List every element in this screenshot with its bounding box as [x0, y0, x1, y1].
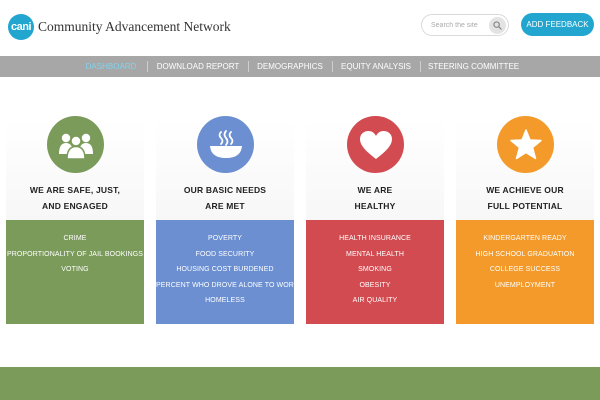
goal-icon-circle	[197, 116, 254, 173]
indicator-link[interactable]: FOOD SECURITY	[156, 247, 294, 263]
indicator-link[interactable]: HOUSING COST BURDENED	[156, 262, 294, 278]
indicator-list: KINDERGARTEN READY HIGH SCHOOL GRADUATIO…	[456, 220, 594, 293]
add-feedback-button[interactable]: ADD FEEDBACK	[521, 13, 594, 36]
indicator-link[interactable]: HEALTH INSURANCE	[306, 231, 444, 247]
search-input[interactable]	[431, 18, 489, 33]
indicator-link[interactable]: POVERTY	[156, 231, 294, 247]
goal-title: WE ARE HEALTHY	[354, 185, 396, 211]
logo-text: cani	[10, 21, 32, 33]
card-header: OUR BASIC NEEDS ARE MET	[156, 108, 294, 220]
indicator-list: POVERTY FOOD SECURITY HOUSING COST BURDE…	[156, 220, 299, 309]
indicator-list: HEALTH INSURANCE MENTAL HEALTH SMOKING O…	[306, 220, 444, 309]
bowl-icon	[209, 129, 242, 158]
nav-item-dashboard[interactable]: DASHBOARD	[82, 56, 140, 77]
indicator-panel: HEALTH INSURANCE MENTAL HEALTH SMOKING O…	[306, 220, 444, 324]
heart-icon	[359, 130, 392, 159]
card-header: WE ARE SAFE, JUST, AND ENGAGED	[6, 108, 144, 220]
indicator-list: CRIME PROPORTIONALITY OF JAIL BOOKINGS V…	[6, 220, 144, 278]
indicator-link[interactable]: KINDERGARTEN READY	[456, 231, 594, 247]
goal-icon-circle	[47, 116, 104, 173]
goal-card-full-potential[interactable]: WE ACHIEVE OUR FULL POTENTIAL KINDERGART…	[456, 108, 594, 324]
nav-item-download-report[interactable]: DOWNLOAD REPORT	[155, 56, 241, 77]
nav-divider	[248, 61, 249, 72]
indicator-link[interactable]: CRIME	[6, 231, 144, 247]
indicator-link[interactable]: HOMELESS	[156, 293, 294, 309]
indicator-panel: KINDERGARTEN READY HIGH SCHOOL GRADUATIO…	[456, 220, 594, 324]
indicator-panel: POVERTY FOOD SECURITY HOUSING COST BURDE…	[156, 220, 299, 324]
goal-title: WE ARE SAFE, JUST, AND ENGAGED	[29, 185, 121, 211]
nav-divider	[420, 61, 421, 72]
indicator-link[interactable]: UNEMPLOYMENT	[456, 278, 594, 294]
indicator-link[interactable]: COLLEGE SUCCESS	[456, 262, 594, 278]
indicator-link[interactable]: PERCENT WHO DROVE ALONE TO WORK	[156, 278, 299, 294]
search-button[interactable]	[489, 17, 506, 34]
nav-divider	[332, 61, 333, 72]
site-header: cani Community Advancement Network ADD F…	[0, 0, 600, 56]
indicator-link[interactable]: SMOKING	[306, 262, 444, 278]
search-icon	[493, 21, 502, 30]
nav-divider	[147, 61, 148, 72]
goal-card-healthy[interactable]: WE ARE HEALTHY HEALTH INSURANCE MENTAL H…	[306, 108, 444, 324]
main-nav: DASHBOARD DOWNLOAD REPORT DEMOGRAPHICS E…	[0, 56, 600, 77]
nav-item-steering-committee[interactable]: STEERING COMMITTEE	[428, 56, 519, 77]
indicator-link[interactable]: OBESITY	[306, 278, 444, 294]
site-title[interactable]: Community Advancement Network	[38, 19, 231, 35]
star-icon	[509, 129, 542, 160]
search-box	[421, 14, 509, 36]
indicator-link[interactable]: HIGH SCHOOL GRADUATION	[456, 247, 594, 263]
goal-title: WE ACHIEVE OUR FULL POTENTIAL	[486, 185, 564, 211]
card-header: WE ARE HEALTHY	[306, 108, 444, 220]
logo[interactable]: cani	[8, 14, 34, 40]
footer-band	[0, 367, 600, 400]
goal-icon-circle	[497, 116, 554, 173]
nav-item-equity-analysis[interactable]: EQUITY ANALYSIS	[340, 56, 412, 77]
indicator-link[interactable]: AIR QUALITY	[306, 293, 444, 309]
goal-icon-circle	[347, 116, 404, 173]
indicator-link[interactable]: MENTAL HEALTH	[306, 247, 444, 263]
goal-card-safe[interactable]: WE ARE SAFE, JUST, AND ENGAGED CRIME PRO…	[6, 108, 144, 324]
nav-item-demographics[interactable]: DEMOGRAPHICS	[256, 56, 324, 77]
goal-title: OUR BASIC NEEDS ARE MET	[183, 185, 267, 211]
indicator-panel: CRIME PROPORTIONALITY OF JAIL BOOKINGS V…	[6, 220, 144, 324]
goal-card-basic-needs[interactable]: OUR BASIC NEEDS ARE MET POVERTY FOOD SEC…	[156, 108, 299, 324]
people-icon	[58, 133, 93, 160]
card-header: WE ACHIEVE OUR FULL POTENTIAL	[456, 108, 594, 220]
indicator-link[interactable]: PROPORTIONALITY OF JAIL BOOKINGS	[6, 247, 144, 263]
indicator-link[interactable]: VOTING	[6, 262, 144, 278]
